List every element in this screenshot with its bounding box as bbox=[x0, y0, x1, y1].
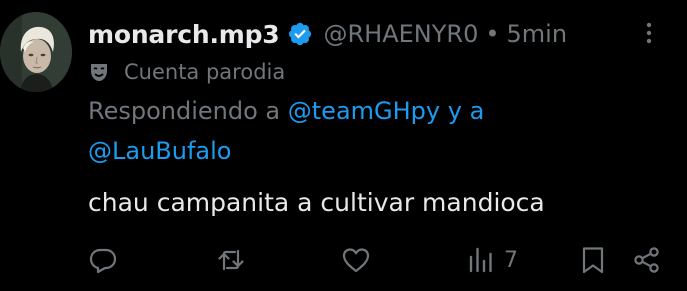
avatar-image bbox=[0, 12, 72, 92]
share-icon bbox=[632, 245, 662, 275]
retweet-button[interactable] bbox=[216, 242, 246, 278]
more-options-icon[interactable] bbox=[636, 20, 662, 46]
reply-bubble-icon bbox=[88, 245, 118, 275]
replying-to-line-2: @LauBufalo bbox=[88, 134, 668, 168]
tweet-header: monarch.mp3 @RHAENYR0 • 5min bbox=[88, 14, 567, 54]
avatar[interactable] bbox=[0, 12, 72, 92]
like-button[interactable] bbox=[341, 242, 371, 278]
heart-icon bbox=[341, 245, 371, 275]
views-bar-chart-icon bbox=[466, 245, 496, 275]
share-button[interactable] bbox=[632, 242, 662, 278]
parody-label: Cuenta parodia bbox=[88, 58, 285, 86]
tweet-timestamp[interactable]: 5min bbox=[507, 20, 568, 48]
retweet-icon bbox=[216, 245, 246, 275]
replying-to-prefix: Respondiendo a bbox=[88, 97, 288, 125]
tweet-card[interactable]: monarch.mp3 @RHAENYR0 • 5min Cuenta paro… bbox=[0, 0, 687, 291]
tweet-text: chau campanita a cultivar mandioca bbox=[88, 188, 545, 217]
views-count: 7 bbox=[504, 247, 518, 273]
mention-link-teamghpy[interactable]: @teamGHpy bbox=[288, 97, 440, 125]
replying-to-connector: y a bbox=[440, 97, 485, 125]
action-bar: 7 bbox=[0, 242, 687, 278]
author-display-name[interactable]: monarch.mp3 bbox=[88, 20, 280, 49]
parody-account-text: Cuenta parodia bbox=[124, 60, 286, 84]
separator-dot: • bbox=[485, 20, 500, 48]
mention-link-laubufalo[interactable]: @LauBufalo bbox=[88, 137, 231, 165]
views-button[interactable]: 7 bbox=[466, 242, 518, 278]
author-handle[interactable]: @RHAENYR0 bbox=[323, 20, 478, 48]
bookmark-button[interactable] bbox=[578, 242, 608, 278]
theater-mask-icon bbox=[88, 61, 110, 83]
bookmark-icon bbox=[578, 245, 608, 275]
reply-button[interactable] bbox=[88, 242, 118, 278]
replying-to-line: Respondiendo a @teamGHpy y a bbox=[88, 94, 668, 128]
verified-badge-icon[interactable] bbox=[287, 21, 313, 47]
